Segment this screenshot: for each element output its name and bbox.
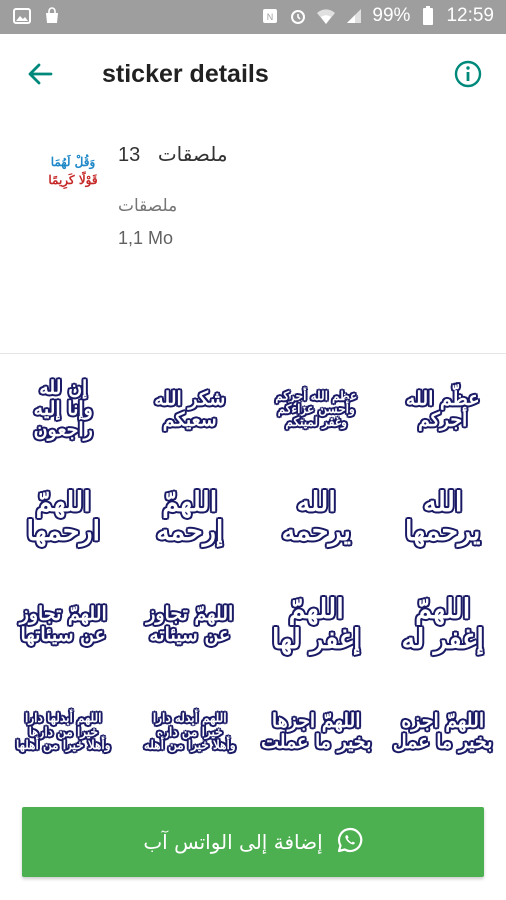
sticker[interactable]: الله يرحمها bbox=[380, 464, 506, 572]
sticker[interactable]: اللهم أبدلها دارا خيرا من دارها وأهلا خي… bbox=[0, 679, 127, 787]
sticker[interactable]: شكر الله سعيكم bbox=[127, 356, 254, 464]
logo-text-top: وَقُلْ لَهُمَا bbox=[50, 155, 96, 169]
arrow-left-icon bbox=[27, 61, 53, 92]
wifi-icon bbox=[316, 6, 336, 26]
info-button[interactable] bbox=[448, 56, 488, 96]
signal-icon bbox=[344, 6, 364, 26]
svg-text:N: N bbox=[267, 12, 274, 22]
sticker[interactable]: إن لله وإنا إليه راجعون bbox=[0, 356, 127, 464]
logo-text-bottom: قَوْلًا كَرِيمًا bbox=[48, 173, 98, 187]
sticker-count: 13 bbox=[118, 144, 141, 166]
shopping-bag-icon bbox=[42, 6, 62, 26]
add-to-whatsapp-button[interactable]: إضافة إلى الواتس آب bbox=[22, 807, 484, 877]
divider bbox=[0, 353, 506, 354]
info-icon bbox=[454, 60, 482, 93]
pack-title: 13 ملصقات bbox=[118, 142, 228, 167]
back-button[interactable] bbox=[20, 56, 60, 96]
pack-header: وَقُلْ لَهُمَا قَوْلًا كَرِيمًا 13 ملصقا… bbox=[0, 118, 506, 354]
alarm-icon bbox=[288, 6, 308, 26]
battery-icon bbox=[418, 6, 438, 26]
pack-name: ملصقات bbox=[157, 144, 228, 166]
page-title: sticker details bbox=[102, 60, 269, 88]
battery-percent: 99% bbox=[372, 5, 411, 26]
nfc-icon: N bbox=[260, 6, 280, 26]
add-to-whatsapp-label: إضافة إلى الواتس آب bbox=[143, 830, 323, 854]
sticker[interactable]: الله يرحمه bbox=[253, 464, 380, 572]
pack-tray-icon: وَقُلْ لَهُمَا قَوْلًا كَرِيمًا bbox=[36, 134, 110, 208]
sticker[interactable]: اللهمّ إرحمه bbox=[127, 464, 254, 572]
sticker[interactable]: اللهمّ اجزها بخير ما عملت bbox=[253, 679, 380, 787]
sticker-grid: إن لله وإنا إليه راجعون شكر الله سعيكم ع… bbox=[0, 356, 506, 786]
clock: 12:59 bbox=[446, 5, 494, 26]
sticker[interactable]: اللهمّ إغفر لها bbox=[253, 571, 380, 679]
sticker[interactable]: اللهمّ إغفر له bbox=[380, 571, 506, 679]
sticker[interactable]: عظم الله أجركم وأحسن عزاءكم وغفر لميتكم bbox=[253, 356, 380, 464]
sticker[interactable]: اللهمّ اجزه بخير ما عمل bbox=[380, 679, 506, 787]
gallery-icon bbox=[12, 6, 32, 26]
whatsapp-icon bbox=[337, 827, 363, 858]
sticker[interactable]: اللهمّ ارحمها bbox=[0, 464, 127, 572]
sticker[interactable]: اللهمّ تجاوز عن سيئاته bbox=[127, 571, 254, 679]
sticker[interactable]: اللهم أبدله دارا خيرا من داره وأهلا خيرا… bbox=[127, 679, 254, 787]
sticker[interactable]: عظّم الله أجركم bbox=[380, 356, 506, 464]
sticker[interactable]: اللهمّ تجاوز عن سيئاتها bbox=[0, 571, 127, 679]
pack-size: 1,1 Mo bbox=[118, 228, 174, 248]
toolbar: sticker details bbox=[0, 34, 506, 118]
pack-publisher: ملصقات bbox=[118, 196, 178, 215]
status-bar: N 99% 12:59 bbox=[0, 0, 506, 34]
